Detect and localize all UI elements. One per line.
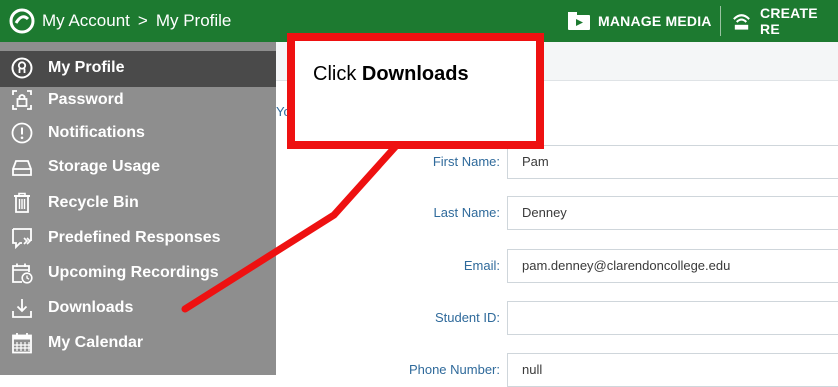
first-name-row: First Name: Pam bbox=[276, 145, 838, 179]
sidebar-item-notifications[interactable]: Notifications bbox=[0, 116, 276, 150]
profile-icon bbox=[11, 57, 33, 79]
manage-media-button[interactable]: MANAGE MEDIA bbox=[568, 0, 712, 42]
lock-icon bbox=[12, 90, 32, 110]
email-label: Email: bbox=[463, 258, 500, 273]
instruction-callout: Click Downloads bbox=[287, 33, 544, 149]
email-row: Email: pam.denney@clarendoncollege.edu bbox=[276, 249, 838, 283]
sidebar-item-recycle-bin[interactable]: Recycle Bin bbox=[0, 186, 276, 220]
sidebar-item-my-calendar[interactable]: My Calendar bbox=[0, 326, 276, 360]
sidebar-item-label: My Profile bbox=[48, 59, 125, 76]
sidebar-item-label: Upcoming Recordings bbox=[48, 264, 219, 281]
trash-icon bbox=[14, 192, 30, 213]
sidebar-item-predefined-responses[interactable]: Predefined Responses bbox=[0, 221, 276, 255]
manage-media-label: MANAGE MEDIA bbox=[598, 13, 712, 29]
sidebar: My Profile Password Notifications Storag… bbox=[0, 42, 276, 375]
sidebar-item-label: Predefined Responses bbox=[48, 229, 221, 246]
media-folder-icon bbox=[568, 12, 590, 30]
callout-text: Click Downloads bbox=[313, 63, 469, 86]
sidebar-item-my-profile[interactable]: My Profile bbox=[0, 51, 276, 85]
sidebar-item-label: Notifications bbox=[48, 124, 145, 141]
sidebar-item-label: Password bbox=[48, 91, 124, 108]
toolbar-divider bbox=[720, 6, 721, 36]
sidebar-item-label: My Calendar bbox=[48, 334, 144, 351]
create-label: CREATE RE bbox=[760, 5, 818, 37]
breadcrumb-separator: > bbox=[137, 11, 148, 30]
sidebar-item-label: Recycle Bin bbox=[48, 194, 139, 211]
app-logo-icon[interactable] bbox=[8, 7, 36, 35]
chat-reply-icon bbox=[12, 228, 32, 249]
last-name-field[interactable]: Denney bbox=[507, 196, 838, 230]
create-button[interactable]: CREATE RE bbox=[731, 0, 838, 42]
student-id-field[interactable] bbox=[507, 301, 838, 335]
create-recording-icon bbox=[733, 14, 750, 30]
alert-icon bbox=[11, 122, 33, 144]
sidebar-item-downloads[interactable]: Downloads bbox=[0, 291, 276, 325]
sidebar-item-label: Downloads bbox=[48, 299, 134, 316]
last-name-label: Last Name: bbox=[433, 205, 500, 220]
sidebar-item-label: Storage Usage bbox=[48, 158, 161, 175]
phone-number-row: Phone Number: null bbox=[276, 353, 838, 387]
email-field[interactable]: pam.denney@clarendoncollege.edu bbox=[507, 249, 838, 283]
first-name-field[interactable]: Pam bbox=[507, 145, 838, 179]
breadcrumb-my-profile[interactable]: My Profile bbox=[156, 11, 232, 30]
breadcrumb-my-account[interactable]: My Account bbox=[42, 11, 130, 30]
breadcrumb: My Account > My Profile bbox=[42, 0, 231, 42]
last-name-row: Last Name: Denney bbox=[276, 196, 838, 230]
calendar-clock-icon bbox=[12, 263, 33, 284]
calendar-icon bbox=[12, 333, 32, 354]
sidebar-item-storage-usage[interactable]: Storage Usage bbox=[0, 150, 276, 184]
phone-number-field[interactable]: null bbox=[507, 353, 838, 387]
student-id-row: Student ID: bbox=[276, 301, 838, 335]
download-icon bbox=[12, 299, 32, 318]
callout-emphasis: Downloads bbox=[361, 63, 469, 85]
first-name-label: First Name: bbox=[432, 154, 500, 169]
callout-prefix: Click bbox=[313, 63, 362, 85]
sidebar-item-upcoming-recordings[interactable]: Upcoming Recordings bbox=[0, 256, 276, 290]
storage-icon bbox=[12, 160, 32, 176]
student-id-label: Student ID: bbox=[434, 310, 500, 325]
sidebar-item-password[interactable]: Password bbox=[0, 83, 276, 117]
